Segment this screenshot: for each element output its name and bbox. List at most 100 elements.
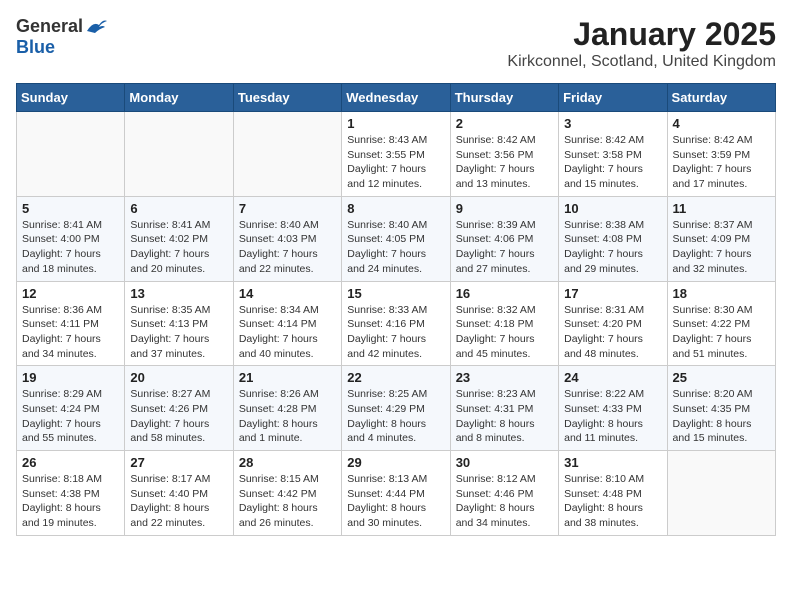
logo-general-text: General	[16, 16, 83, 37]
calendar-cell: 29 Sunrise: 8:13 AM Sunset: 4:44 PM Dayli…	[342, 451, 450, 536]
weekday-header: Tuesday	[233, 84, 341, 112]
day-number: 6	[130, 201, 227, 216]
calendar-week-row: 5 Sunrise: 8:41 AM Sunset: 4:00 PM Daylig…	[17, 196, 776, 281]
calendar-cell: 30Sunrise: 8:12 AM Sunset: 4:46 PM Dayli…	[450, 451, 558, 536]
calendar-cell: 22Sunrise: 8:25 AM Sunset: 4:29 PM Dayli…	[342, 366, 450, 451]
day-detail: Sunrise: 8:42 AM Sunset: 3:56 PM Dayligh…	[456, 133, 553, 192]
calendar-cell: 20 Sunrise: 8:27 AM Sunset: 4:26 PM Dayli…	[125, 366, 233, 451]
day-detail: Sunrise: 8:20 AM Sunset: 4:35 PM Dayligh…	[673, 387, 770, 446]
day-detail: Sunrise: 8:37 AM Sunset: 4:09 PM Dayligh…	[673, 218, 770, 277]
day-detail: Sunrise: 8:10 AM Sunset: 4:48 PM Dayligh…	[564, 472, 661, 531]
weekday-header: Wednesday	[342, 84, 450, 112]
day-detail: Sunrise: 8:42 AM Sunset: 3:59 PM Dayligh…	[673, 133, 770, 192]
calendar-cell: 3 Sunrise: 8:42 AM Sunset: 3:58 PM Daylig…	[559, 112, 667, 197]
day-detail: Sunrise: 8:15 AM Sunset: 4:42 PM Dayligh…	[239, 472, 336, 531]
day-number: 16	[456, 286, 553, 301]
day-detail: Sunrise: 8:26 AM Sunset: 4:28 PM Dayligh…	[239, 387, 336, 446]
day-detail: Sunrise: 8:29 AM Sunset: 4:24 PM Dayligh…	[22, 387, 119, 446]
weekday-header: Saturday	[667, 84, 775, 112]
day-number: 20	[130, 370, 227, 385]
calendar-week-row: 12 Sunrise: 8:36 AM Sunset: 4:11 PM Dayli…	[17, 281, 776, 366]
day-number: 5	[22, 201, 119, 216]
calendar-cell: 25Sunrise: 8:20 AM Sunset: 4:35 PM Dayli…	[667, 366, 775, 451]
day-number: 8	[347, 201, 444, 216]
month-title: January 2025	[507, 16, 776, 53]
day-number: 11	[673, 201, 770, 216]
calendar-cell: 11 Sunrise: 8:37 AM Sunset: 4:09 PM Dayli…	[667, 196, 775, 281]
day-number: 3	[564, 116, 661, 131]
calendar-cell: 16 Sunrise: 8:32 AM Sunset: 4:18 PM Dayli…	[450, 281, 558, 366]
calendar-cell: 18 Sunrise: 8:30 AM Sunset: 4:22 PM Dayli…	[667, 281, 775, 366]
day-number: 10	[564, 201, 661, 216]
calendar-cell	[233, 112, 341, 197]
day-detail: Sunrise: 8:39 AM Sunset: 4:06 PM Dayligh…	[456, 218, 553, 277]
calendar-cell	[125, 112, 233, 197]
day-detail: Sunrise: 8:33 AM Sunset: 4:16 PM Dayligh…	[347, 303, 444, 362]
calendar-cell: 27 Sunrise: 8:17 AM Sunset: 4:40 PM Dayli…	[125, 451, 233, 536]
calendar-week-row: 26Sunrise: 8:18 AM Sunset: 4:38 PM Dayli…	[17, 451, 776, 536]
day-detail: Sunrise: 8:42 AM Sunset: 3:58 PM Dayligh…	[564, 133, 661, 192]
day-number: 27	[130, 455, 227, 470]
logo: General Blue	[16, 16, 109, 58]
day-detail: Sunrise: 8:30 AM Sunset: 4:22 PM Dayligh…	[673, 303, 770, 362]
day-detail: Sunrise: 8:13 AM Sunset: 4:44 PM Dayligh…	[347, 472, 444, 531]
weekday-header: Thursday	[450, 84, 558, 112]
calendar-cell: 10 Sunrise: 8:38 AM Sunset: 4:08 PM Dayli…	[559, 196, 667, 281]
day-number: 24	[564, 370, 661, 385]
day-number: 19	[22, 370, 119, 385]
day-detail: Sunrise: 8:41 AM Sunset: 4:02 PM Dayligh…	[130, 218, 227, 277]
calendar-cell: 14 Sunrise: 8:34 AM Sunset: 4:14 PM Dayli…	[233, 281, 341, 366]
calendar-cell: 12 Sunrise: 8:36 AM Sunset: 4:11 PM Dayli…	[17, 281, 125, 366]
day-number: 26	[22, 455, 119, 470]
day-detail: Sunrise: 8:31 AM Sunset: 4:20 PM Dayligh…	[564, 303, 661, 362]
calendar-cell: 17 Sunrise: 8:31 AM Sunset: 4:20 PM Dayli…	[559, 281, 667, 366]
calendar-cell	[17, 112, 125, 197]
day-detail: Sunrise: 8:43 AM Sunset: 3:55 PM Dayligh…	[347, 133, 444, 192]
day-number: 30	[456, 455, 553, 470]
day-number: 1	[347, 116, 444, 131]
day-detail: Sunrise: 8:36 AM Sunset: 4:11 PM Dayligh…	[22, 303, 119, 362]
day-detail: Sunrise: 8:34 AM Sunset: 4:14 PM Dayligh…	[239, 303, 336, 362]
day-number: 12	[22, 286, 119, 301]
day-number: 17	[564, 286, 661, 301]
calendar-cell: 4 Sunrise: 8:42 AM Sunset: 3:59 PM Daylig…	[667, 112, 775, 197]
calendar-cell: 15Sunrise: 8:33 AM Sunset: 4:16 PM Dayli…	[342, 281, 450, 366]
day-detail: Sunrise: 8:17 AM Sunset: 4:40 PM Dayligh…	[130, 472, 227, 531]
day-number: 31	[564, 455, 661, 470]
day-detail: Sunrise: 8:41 AM Sunset: 4:00 PM Dayligh…	[22, 218, 119, 277]
weekday-header: Sunday	[17, 84, 125, 112]
day-number: 14	[239, 286, 336, 301]
day-detail: Sunrise: 8:22 AM Sunset: 4:33 PM Dayligh…	[564, 387, 661, 446]
calendar-cell: 2 Sunrise: 8:42 AM Sunset: 3:56 PM Daylig…	[450, 112, 558, 197]
calendar-week-row: 19 Sunrise: 8:29 AM Sunset: 4:24 PM Dayli…	[17, 366, 776, 451]
day-detail: Sunrise: 8:38 AM Sunset: 4:08 PM Dayligh…	[564, 218, 661, 277]
calendar-table: SundayMondayTuesdayWednesdayThursdayFrid…	[16, 83, 776, 536]
calendar-cell: 21 Sunrise: 8:26 AM Sunset: 4:28 PM Dayli…	[233, 366, 341, 451]
calendar-cell: 8 Sunrise: 8:40 AM Sunset: 4:05 PM Daylig…	[342, 196, 450, 281]
day-detail: Sunrise: 8:35 AM Sunset: 4:13 PM Dayligh…	[130, 303, 227, 362]
calendar-cell: 13Sunrise: 8:35 AM Sunset: 4:13 PM Dayli…	[125, 281, 233, 366]
day-number: 18	[673, 286, 770, 301]
day-detail: Sunrise: 8:40 AM Sunset: 4:05 PM Dayligh…	[347, 218, 444, 277]
day-detail: Sunrise: 8:32 AM Sunset: 4:18 PM Dayligh…	[456, 303, 553, 362]
day-number: 4	[673, 116, 770, 131]
day-number: 2	[456, 116, 553, 131]
day-number: 7	[239, 201, 336, 216]
day-number: 21	[239, 370, 336, 385]
calendar-cell: 1 Sunrise: 8:43 AM Sunset: 3:55 PM Daylig…	[342, 112, 450, 197]
day-detail: Sunrise: 8:23 AM Sunset: 4:31 PM Dayligh…	[456, 387, 553, 446]
day-detail: Sunrise: 8:27 AM Sunset: 4:26 PM Dayligh…	[130, 387, 227, 446]
weekday-header: Friday	[559, 84, 667, 112]
calendar-cell: 5 Sunrise: 8:41 AM Sunset: 4:00 PM Daylig…	[17, 196, 125, 281]
logo-bird-icon	[85, 17, 109, 37]
day-number: 23	[456, 370, 553, 385]
calendar-cell: 31 Sunrise: 8:10 AM Sunset: 4:48 PM Dayli…	[559, 451, 667, 536]
calendar-cell: 24 Sunrise: 8:22 AM Sunset: 4:33 PM Dayli…	[559, 366, 667, 451]
calendar-header-row: SundayMondayTuesdayWednesdayThursdayFrid…	[17, 84, 776, 112]
calendar-cell: 23 Sunrise: 8:23 AM Sunset: 4:31 PM Dayli…	[450, 366, 558, 451]
day-number: 9	[456, 201, 553, 216]
day-number: 29	[347, 455, 444, 470]
title-block: January 2025 Kirkconnel, Scotland, Unite…	[507, 16, 776, 71]
logo-blue-text: Blue	[16, 37, 55, 58]
location: Kirkconnel, Scotland, United Kingdom	[507, 53, 776, 71]
